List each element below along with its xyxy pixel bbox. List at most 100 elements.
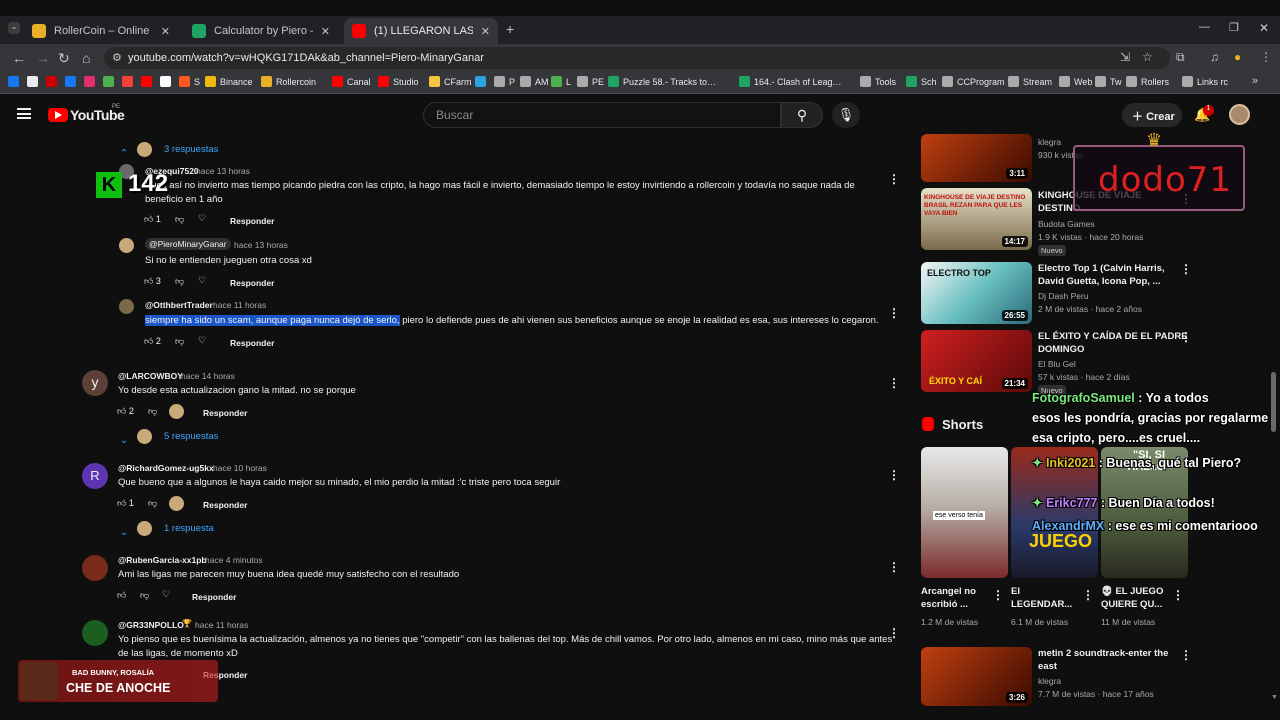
home-icon[interactable]: ⌂: [82, 50, 90, 66]
like-button[interactable]: 👍︎ 2: [117, 406, 134, 417]
dislike-button[interactable]: 👎︎: [148, 406, 157, 417]
comment-author[interactable]: @RubenGarcia-xx1pb: [118, 555, 207, 565]
like-button[interactable]: 👍︎ 3: [144, 276, 161, 287]
bookmark-item[interactable]: S: [179, 76, 200, 87]
commenter-avatar[interactable]: [82, 620, 108, 646]
more-options-icon[interactable]: ⋮: [888, 172, 900, 186]
search-button[interactable]: ⚲: [781, 102, 823, 128]
bookmark-item[interactable]: [122, 76, 137, 87]
browser-tab[interactable]: RollerCoin – Online Bitcoin Mi… ✕: [24, 18, 178, 44]
video-channel[interactable]: klegra: [1038, 676, 1061, 686]
bookmark-item[interactable]: Tools: [860, 76, 896, 87]
short-thumbnail[interactable]: ese verso tenía: [921, 447, 1008, 578]
reply-button[interactable]: Responder: [230, 338, 274, 348]
like-button[interactable]: 👍︎ 2: [144, 336, 161, 347]
commenter-avatar[interactable]: [119, 238, 134, 253]
profile-icon[interactable]: ●: [1234, 50, 1241, 64]
bookmark-item[interactable]: Puzzle 58.- Tracks to…: [608, 76, 716, 87]
minimize-button[interactable]: —: [1199, 21, 1210, 33]
dislike-button[interactable]: 👎︎: [175, 214, 184, 225]
reply-button[interactable]: Responder: [203, 500, 247, 510]
tab-search-button[interactable]: ⌄: [8, 22, 20, 34]
video-channel[interactable]: klegra: [1038, 137, 1061, 147]
more-options-icon[interactable]: ⋮: [1180, 330, 1192, 344]
video-thumbnail[interactable]: ÉXITO Y CAÍ 21:34: [921, 330, 1032, 392]
bookmark-item[interactable]: 164.- Clash of Leag…: [739, 76, 842, 87]
video-title[interactable]: Electro Top 1 (Calvin Harris, David Guett…: [1038, 262, 1165, 288]
short-title[interactable]: El LEGENDAR...: [1011, 585, 1072, 611]
like-button[interactable]: 👍︎ 1: [117, 498, 134, 509]
video-title[interactable]: EL ÉXITO Y CAÍDA DE EL PADRE DOMINGO: [1038, 330, 1188, 356]
bookmark-item[interactable]: [65, 76, 80, 87]
bookmark-item[interactable]: [8, 76, 23, 87]
more-options-icon[interactable]: ⋮: [888, 376, 900, 390]
reply-button[interactable]: Responder: [230, 216, 274, 226]
video-title[interactable]: metin 2 soundtrack-enter the east: [1038, 647, 1168, 673]
voice-search-button[interactable]: 🎙: [832, 102, 860, 128]
bookmark-item[interactable]: [475, 76, 490, 87]
restore-button[interactable]: ❐: [1229, 21, 1239, 34]
tab-close-icon[interactable]: ✕: [161, 25, 170, 38]
bookmark-item[interactable]: [46, 76, 61, 87]
short-title[interactable]: Arcangel no escribió ...: [921, 585, 976, 611]
like-button[interactable]: 👍︎: [117, 590, 126, 601]
bookmark-item[interactable]: Rollers: [1126, 76, 1169, 87]
video-channel[interactable]: El Blu Gel: [1038, 359, 1076, 369]
more-options-icon[interactable]: ⋮: [888, 306, 900, 320]
more-options-icon[interactable]: ⋮: [1172, 588, 1184, 602]
more-options-icon[interactable]: ⋮: [888, 468, 900, 482]
browser-tab[interactable]: Calculator by Piero – Hojas de c… ✕: [184, 18, 338, 44]
comment-time[interactable]: hace 4 minutos: [205, 555, 263, 565]
collapse-replies-toggle[interactable]: ⌃ 3 respuestas: [120, 142, 218, 161]
short-title[interactable]: 💀 EL JUEGO QUIERE QU...: [1101, 585, 1163, 611]
comment-time[interactable]: hace 11 horas: [213, 300, 266, 310]
browser-tab[interactable]: (1) LLEGARON LAS LIGAS!! PRI… ✕: [344, 18, 498, 44]
bookmark-item[interactable]: CFarm: [429, 76, 472, 87]
dislike-button[interactable]: 👎︎: [148, 498, 157, 509]
comment-time[interactable]: hace 11 horas: [195, 620, 248, 630]
bookmark-item[interactable]: Sch: [906, 76, 937, 87]
reply-button[interactable]: Responder: [230, 278, 274, 288]
comment-time[interactable]: hace 14 horas: [181, 371, 235, 381]
bookmark-item[interactable]: CCProgram: [942, 76, 1005, 87]
comment-author[interactable]: @RichardGomez-ug5kx: [118, 463, 214, 473]
bookmark-item[interactable]: PE: [577, 76, 604, 87]
bookmark-item[interactable]: [84, 76, 99, 87]
more-options-icon[interactable]: ⋮: [1180, 262, 1192, 276]
bookmark-item[interactable]: Canal: [332, 76, 371, 87]
comment-author[interactable]: @GR33NPOLLO: [118, 620, 184, 630]
heart-icon[interactable]: ♡: [198, 213, 206, 224]
extensions-icon[interactable]: ⧉: [1176, 50, 1185, 65]
media-icon[interactable]: ♫: [1210, 50, 1219, 64]
bookmark-item[interactable]: Stream: [1008, 76, 1052, 87]
bookmark-item[interactable]: L: [551, 76, 571, 87]
commenter-avatar[interactable]: [119, 299, 134, 314]
dislike-button[interactable]: 👎︎: [140, 590, 149, 601]
search-input[interactable]: Buscar: [423, 102, 781, 128]
forward-button[interactable]: →: [36, 50, 50, 66]
comment-author[interactable]: @LARCOWBOY: [118, 371, 183, 381]
video-channel[interactable]: Budota Games: [1038, 219, 1095, 229]
commenter-avatar[interactable]: [82, 555, 108, 581]
commenter-avatar[interactable]: R: [82, 463, 108, 489]
heart-icon[interactable]: ♡: [198, 275, 206, 286]
bookmark-item[interactable]: Binance: [205, 76, 253, 87]
comment-author[interactable]: @OtthbertTrader: [145, 300, 213, 310]
bookmark-item[interactable]: [160, 76, 175, 87]
reload-button[interactable]: ↻: [58, 50, 70, 67]
reply-button[interactable]: Responder: [203, 408, 247, 418]
creator-badge[interactable]: @PieroMinaryGanar: [145, 238, 231, 250]
video-channel[interactable]: Dj Dash Peru: [1038, 291, 1089, 301]
address-bar[interactable]: ⚙ youtube.com/watch?v=wHQKG171DAk&ab_cha…: [104, 47, 1170, 69]
comment-time[interactable]: hace 10 horas: [213, 463, 267, 473]
menu-icon[interactable]: ⋮: [1260, 50, 1272, 64]
bookmark-item[interactable]: Links rc: [1182, 76, 1228, 87]
like-button[interactable]: 👍︎ 1: [144, 214, 161, 225]
bookmarks-more[interactable]: »: [1252, 75, 1258, 87]
bookmark-item[interactable]: Tw: [1095, 76, 1122, 87]
new-tab-button[interactable]: +: [506, 21, 514, 37]
bookmark-star-icon[interactable]: ☆: [1142, 50, 1153, 64]
heart-icon[interactable]: ♡: [162, 589, 170, 600]
bookmark-item[interactable]: AM: [520, 76, 549, 87]
install-icon[interactable]: ⇲: [1120, 50, 1130, 64]
